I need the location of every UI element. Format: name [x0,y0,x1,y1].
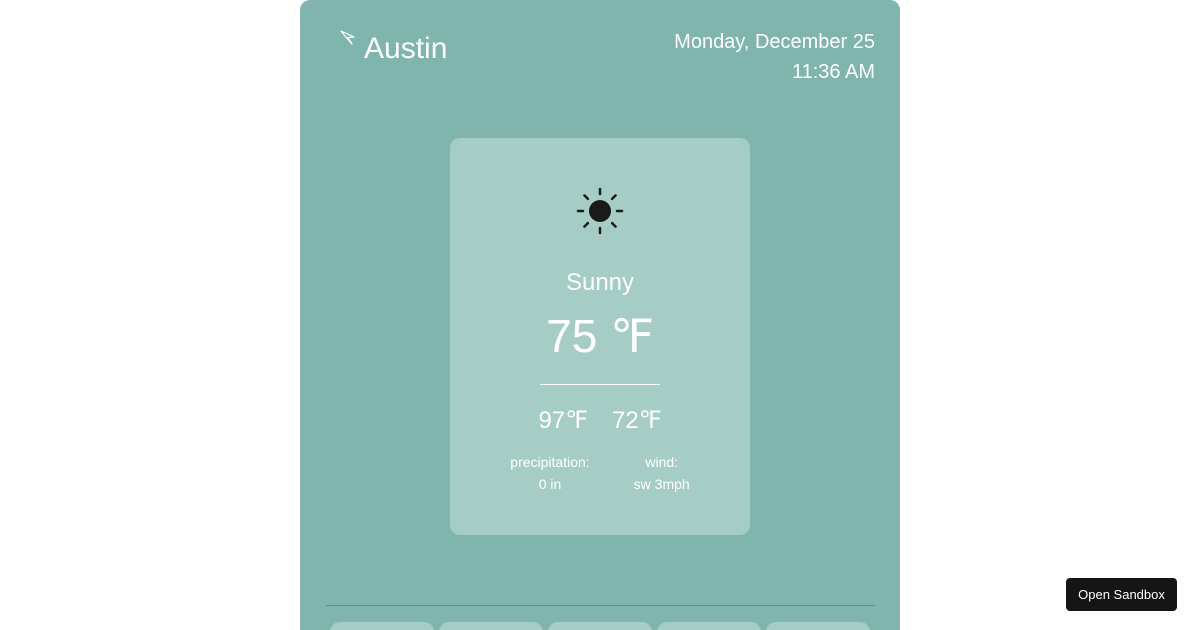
forecast-day-5[interactable] [766,622,870,630]
card-divider [540,384,660,385]
weather-details: precipitation: 0 in wind: sw 3mph [450,451,750,495]
weather-condition: Sunny [565,269,635,296]
wind-value: sw 3mph [633,476,690,492]
datetime: Monday, December 25 11:36 AM [674,27,875,87]
current-temperature: 75 ℉ [546,310,654,362]
navigation-arrow-icon [340,30,355,45]
precipitation-value: 0 in [538,476,562,492]
forecast-day-1[interactable] [330,622,434,630]
current-date: Monday, December 25 [674,31,875,53]
forecast-day-3[interactable] [548,622,652,630]
current-time: 11:36 AM [791,61,875,83]
city-name: Austin [364,32,448,65]
forecast-day-4[interactable] [657,622,761,630]
low-temperature: 72℉ [612,407,662,434]
forecast-row [330,622,870,630]
current-weather-card: Sunny 75 ℉ 97℉ 72℉ precipitation: 0 in w… [450,138,750,535]
wind-label: wind: [645,454,679,470]
wind: wind: sw 3mph [634,451,690,495]
weather-app: Austin Monday, December 25 11:36 AM Sunn… [300,0,900,630]
location-header: Austin [340,30,447,67]
forecast-divider [326,605,875,606]
open-sandbox-button[interactable]: Open Sandbox [1066,578,1177,611]
high-temperature: 97℉ [538,407,588,434]
forecast-day-2[interactable] [439,622,543,630]
precipitation: precipitation: 0 in [510,451,589,495]
high-low: 97℉ 72℉ [450,406,750,436]
sun-icon [576,187,624,235]
precipitation-label: precipitation: [510,454,590,470]
